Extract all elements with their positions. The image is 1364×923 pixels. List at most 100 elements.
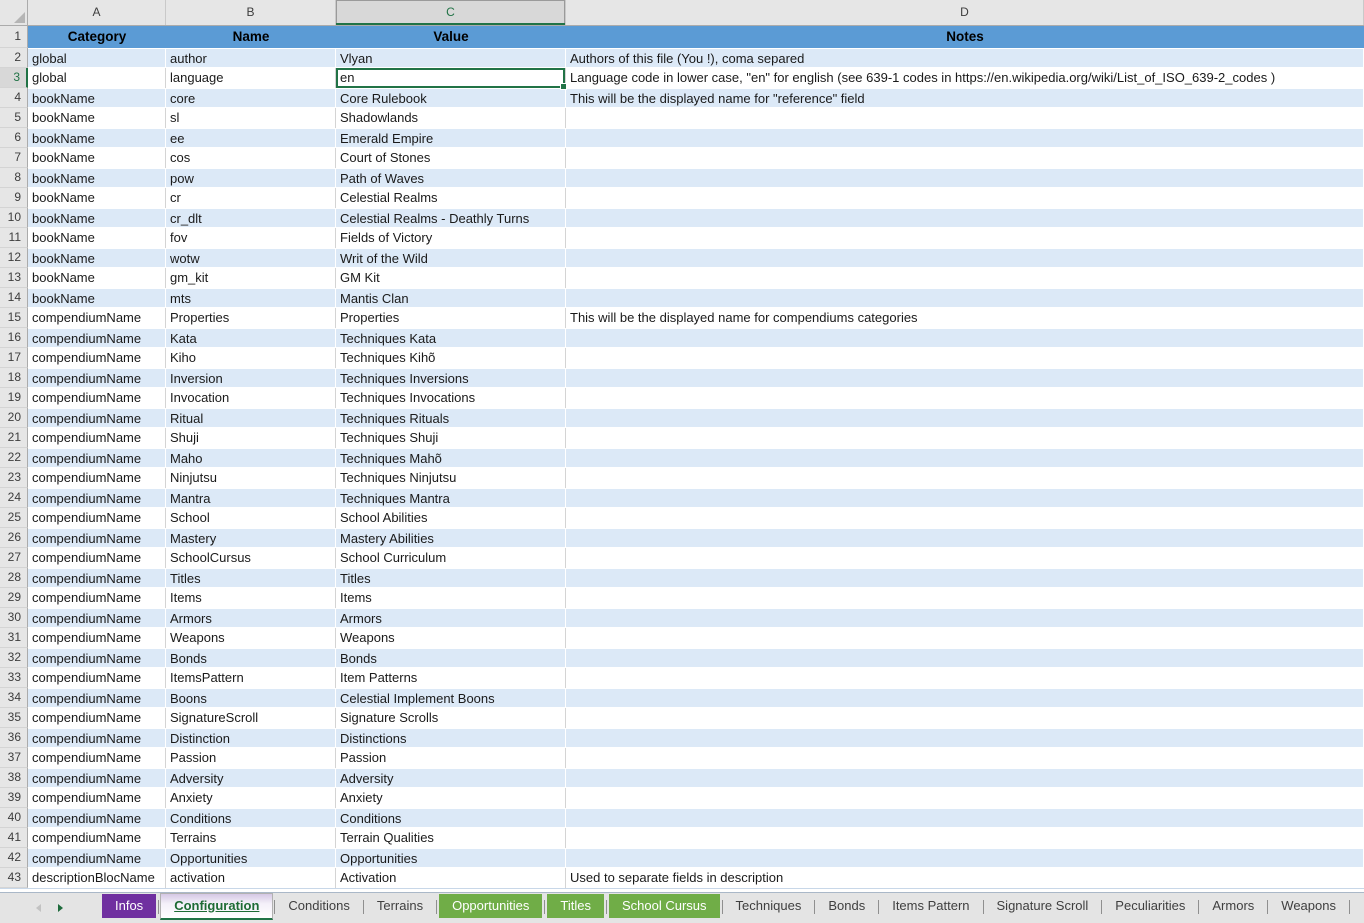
cell[interactable]: descriptionBlocName <box>28 868 166 888</box>
cell[interactable]: Items <box>336 588 566 608</box>
cell[interactable]: This will be the displayed name for comp… <box>566 308 1364 328</box>
row-number[interactable]: 24 <box>0 488 28 508</box>
sheet-tab-opportunities[interactable]: Opportunities <box>439 894 542 918</box>
sheet-tab-configuration[interactable]: Configuration <box>160 893 273 920</box>
cell[interactable] <box>566 468 1364 488</box>
header-name[interactable]: Name <box>166 26 336 48</box>
cell[interactable]: activation <box>166 868 336 888</box>
row-number[interactable]: 6 <box>0 128 28 148</box>
cell[interactable]: Kiho <box>166 348 336 368</box>
cell[interactable] <box>566 768 1364 788</box>
cell[interactable]: Shuji <box>166 428 336 448</box>
cell[interactable]: Writ of the Wild <box>336 248 566 268</box>
cell[interactable]: author <box>166 48 336 68</box>
cell[interactable]: Used to separate fields in description <box>566 868 1364 888</box>
cell[interactable] <box>566 848 1364 868</box>
cell[interactable]: Shadowlands <box>336 108 566 128</box>
cell[interactable]: compendiumName <box>28 348 166 368</box>
cell[interactable]: School <box>166 508 336 528</box>
cell[interactable]: Techniques Kihõ <box>336 348 566 368</box>
cell[interactable] <box>566 268 1364 288</box>
cell[interactable]: School Curriculum <box>336 548 566 568</box>
cell[interactable]: bookName <box>28 268 166 288</box>
cell[interactable]: wotw <box>166 248 336 268</box>
cell[interactable] <box>566 648 1364 668</box>
cell[interactable]: Distinction <box>166 728 336 748</box>
cell[interactable]: Techniques Mantra <box>336 488 566 508</box>
cell[interactable]: Signature Scrolls <box>336 708 566 728</box>
cell[interactable] <box>566 148 1364 168</box>
cell[interactable]: bookName <box>28 188 166 208</box>
cell[interactable]: Anxiety <box>336 788 566 808</box>
cell[interactable]: Adversity <box>336 768 566 788</box>
cell[interactable] <box>566 728 1364 748</box>
column-header-a[interactable]: A <box>28 0 166 25</box>
cell[interactable] <box>566 368 1364 388</box>
row-number[interactable]: 20 <box>0 408 28 428</box>
cell[interactable] <box>566 608 1364 628</box>
cell[interactable]: Techniques Rituals <box>336 408 566 428</box>
row-number[interactable]: 16 <box>0 328 28 348</box>
cell[interactable] <box>566 448 1364 468</box>
cell[interactable]: compendiumName <box>28 448 166 468</box>
cell[interactable]: Bonds <box>166 648 336 668</box>
cell[interactable]: bookName <box>28 248 166 268</box>
row-number[interactable]: 34 <box>0 688 28 708</box>
row-number[interactable]: 39 <box>0 788 28 808</box>
cell[interactable]: Conditions <box>336 808 566 828</box>
cell[interactable]: cr_dlt <box>166 208 336 228</box>
cell[interactable]: Passion <box>336 748 566 768</box>
cell[interactable]: Mastery Abilities <box>336 528 566 548</box>
row-number[interactable]: 40 <box>0 808 28 828</box>
cell[interactable]: Authors of this file (You !), coma separ… <box>566 48 1364 68</box>
cell[interactable]: Ritual <box>166 408 336 428</box>
cell[interactable] <box>566 508 1364 528</box>
cell[interactable]: compendiumName <box>28 688 166 708</box>
row-number[interactable]: 5 <box>0 108 28 128</box>
cell[interactable]: Titles <box>166 568 336 588</box>
row-number[interactable]: 27 <box>0 548 28 568</box>
cell[interactable] <box>566 548 1364 568</box>
cell[interactable]: compendiumName <box>28 388 166 408</box>
cell[interactable]: Items <box>166 588 336 608</box>
cell[interactable]: Emerald Empire <box>336 128 566 148</box>
select-all-corner[interactable] <box>0 0 28 25</box>
cell[interactable]: Conditions <box>166 808 336 828</box>
cell[interactable]: Mastery <box>166 528 336 548</box>
cell[interactable]: core <box>166 88 336 108</box>
tabs-scroll-right-button[interactable] <box>55 902 65 914</box>
cell[interactable]: en <box>336 68 566 88</box>
sheet-tab-bonds[interactable]: Bonds <box>815 893 878 920</box>
cell[interactable]: Kata <box>166 328 336 348</box>
sheet-tab-weapons[interactable]: Weapons <box>1268 893 1349 920</box>
row-number[interactable]: 26 <box>0 528 28 548</box>
cell[interactable]: compendiumName <box>28 708 166 728</box>
cell[interactable]: Celestial Implement Boons <box>336 688 566 708</box>
cell[interactable]: compendiumName <box>28 548 166 568</box>
cell[interactable]: Techniques Invocations <box>336 388 566 408</box>
header-notes[interactable]: Notes <box>566 26 1364 48</box>
row-number[interactable]: 38 <box>0 768 28 788</box>
cell[interactable]: compendiumName <box>28 428 166 448</box>
cell[interactable]: bookName <box>28 228 166 248</box>
cell[interactable]: bookName <box>28 288 166 308</box>
cell[interactable]: compendiumName <box>28 488 166 508</box>
row-number[interactable]: 19 <box>0 388 28 408</box>
row-number[interactable]: 14 <box>0 288 28 308</box>
cell[interactable] <box>566 208 1364 228</box>
cell[interactable]: Activation <box>336 868 566 888</box>
cell[interactable] <box>566 388 1364 408</box>
sheet-tab-techniques[interactable]: Techniques <box>723 893 815 920</box>
cell[interactable]: mts <box>166 288 336 308</box>
row-number[interactable]: 43 <box>0 868 28 888</box>
cell[interactable]: Techniques Kata <box>336 328 566 348</box>
row-number[interactable]: 21 <box>0 428 28 448</box>
cell[interactable]: bookName <box>28 208 166 228</box>
cell[interactable]: This will be the displayed name for "ref… <box>566 88 1364 108</box>
cell[interactable]: compendiumName <box>28 668 166 688</box>
cell[interactable]: compendiumName <box>28 568 166 588</box>
cell[interactable] <box>566 568 1364 588</box>
sheet-tab-infos[interactable]: Infos <box>102 894 156 918</box>
cell[interactable] <box>566 108 1364 128</box>
cell[interactable]: compendiumName <box>28 728 166 748</box>
